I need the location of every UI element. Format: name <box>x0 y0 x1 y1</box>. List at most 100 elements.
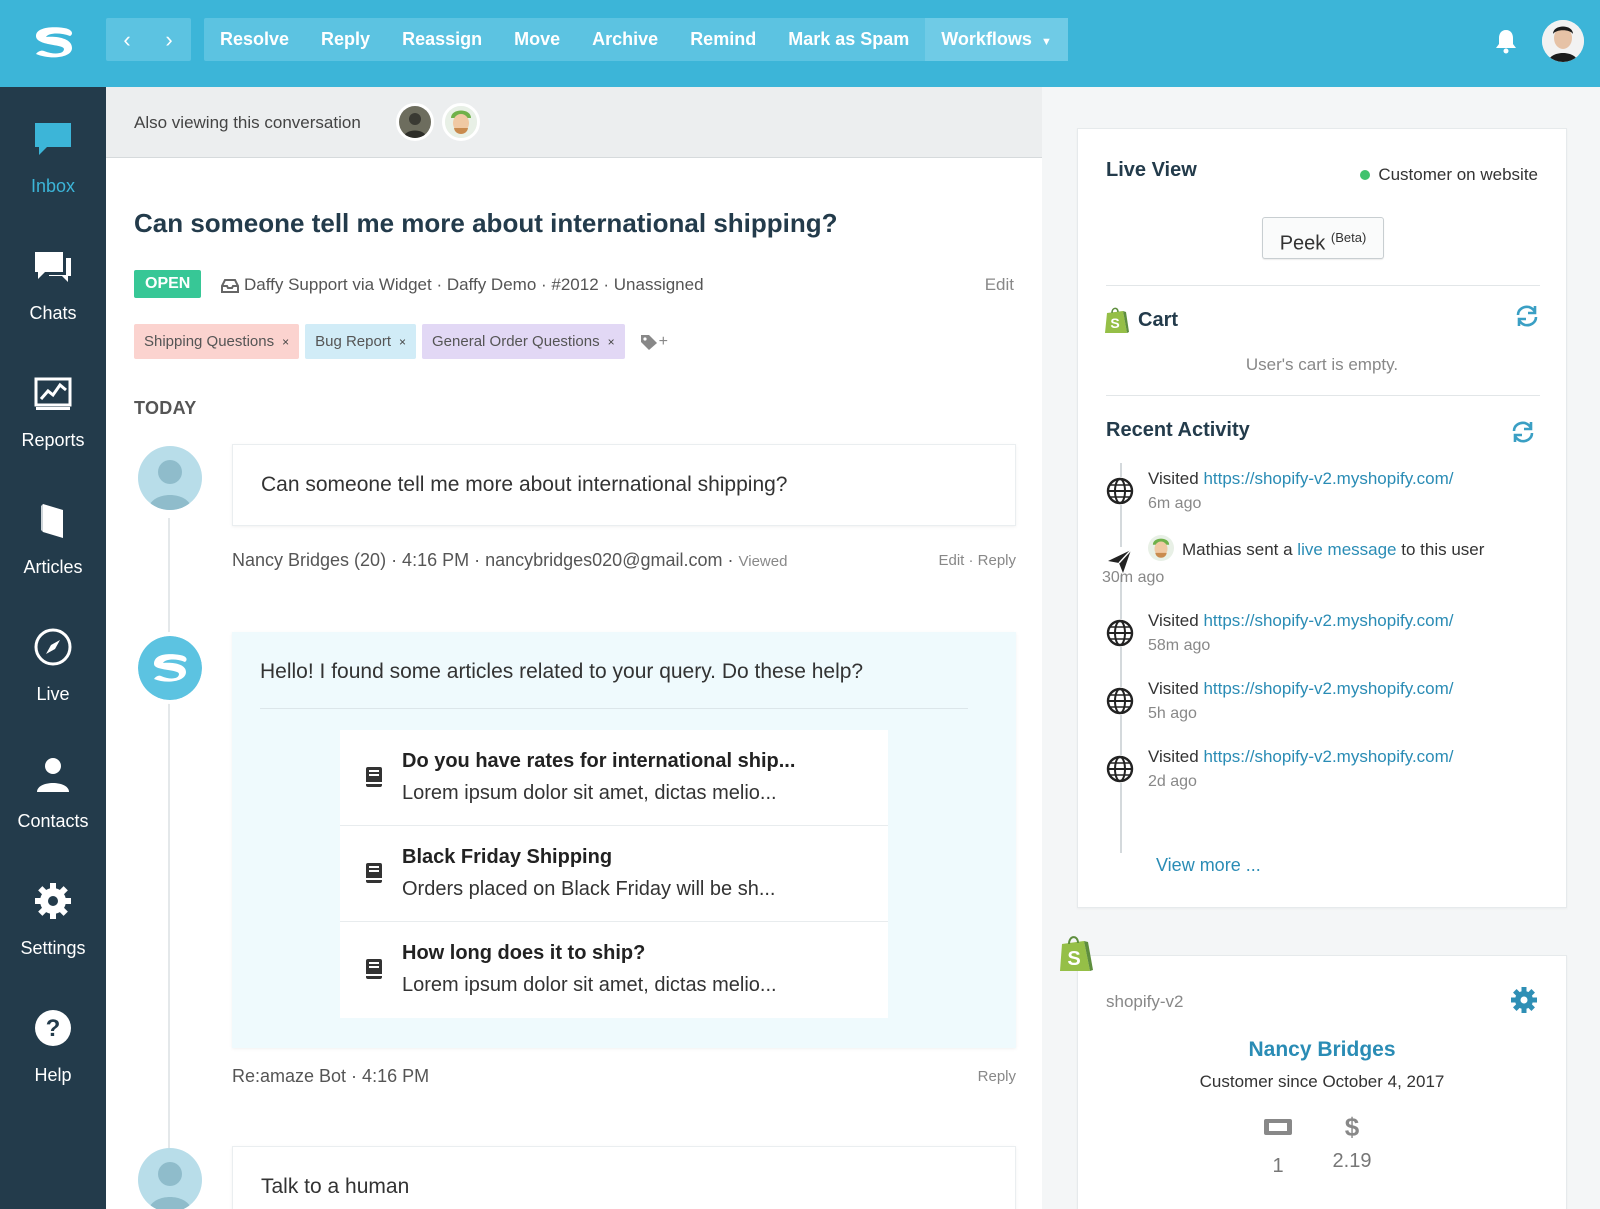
tag-remove-icon[interactable]: × <box>399 335 406 349</box>
customer-name-link[interactable]: Nancy Bridges <box>1078 1038 1566 1062</box>
customer-avatar[interactable] <box>138 1148 202 1209</box>
article-suggestion[interactable]: Do you have rates for international ship… <box>340 730 888 826</box>
viewed-status: Viewed <box>738 553 788 570</box>
agent-avatar[interactable] <box>1148 535 1174 561</box>
tag-label: Shipping Questions <box>144 333 275 350</box>
recent-activity-title: Recent Activity <box>1106 419 1250 441</box>
tag-general-order-questions[interactable]: General Order Questions × <box>422 324 625 359</box>
customer-message: Talk to a human <box>232 1146 1016 1209</box>
activity-time: 58m ago <box>1148 637 1211 654</box>
also-viewing-bar: Also viewing this conversation <box>106 87 1042 158</box>
resolve-button[interactable]: Resolve <box>204 18 305 61</box>
store-name: shopify-v2 <box>1106 992 1184 1011</box>
conversation-meta: OPEN Daffy Support via Widget · Daffy De… <box>134 270 1014 300</box>
add-tag-button[interactable]: + <box>639 333 668 351</box>
refresh-activity-icon[interactable] <box>1510 419 1536 445</box>
sidebar-item-inbox[interactable]: Inbox <box>0 119 106 229</box>
message-text: Can someone tell me more about internati… <box>261 473 788 496</box>
archive-button[interactable]: Archive <box>576 18 674 61</box>
edit-link[interactable]: Edit <box>985 275 1014 295</box>
article-suggestion[interactable]: Black Friday Shipping Orders placed on B… <box>340 826 888 922</box>
mark-as-spam-button[interactable]: Mark as Spam <box>772 18 925 61</box>
total-spent: 2.19 <box>1332 1150 1372 1172</box>
message-footer: Re:amaze Bot · 4:16 PM Reply <box>232 1066 1016 1090</box>
viewer-avatar[interactable] <box>442 103 480 141</box>
sidebar-item-help[interactable]: ? Help <box>0 1008 106 1118</box>
activity-time: 6m ago <box>1148 495 1202 512</box>
activity-link[interactable]: https://shopify-v2.myshopify.com/ <box>1203 679 1453 698</box>
sidebar-item-label: Articles <box>23 557 83 577</box>
activity-prefix: Visited <box>1148 679 1199 698</box>
message-text: Talk to a human <box>261 1175 410 1198</box>
shopify-customer-card: shopify-v2 Nancy Bridges Customer since … <box>1077 955 1567 1209</box>
compass-icon <box>34 628 72 666</box>
tag-label: Bug Report <box>315 333 391 350</box>
activity-suffix: to this user <box>1401 540 1485 559</box>
refresh-cart-icon[interactable] <box>1514 303 1540 329</box>
view-more-link[interactable]: View more ... <box>1156 855 1261 876</box>
back-arrow-icon[interactable]: ‹ <box>106 18 148 61</box>
sidebar-item-contacts[interactable]: Contacts <box>0 754 106 864</box>
divider <box>260 708 968 709</box>
article-title: Black Friday Shipping <box>402 846 613 868</box>
activity-link[interactable]: https://shopify-v2.myshopify.com/ <box>1203 611 1453 630</box>
message-actions[interactable]: Edit · Reply <box>938 552 1016 569</box>
gear-icon <box>35 883 71 919</box>
cart-title: Cart <box>1138 309 1179 331</box>
peek-label: Peek <box>1279 232 1326 255</box>
activity-time: 30m ago <box>1102 569 1165 586</box>
ticket-icon <box>1264 1119 1292 1135</box>
activity-link[interactable]: https://shopify-v2.myshopify.com/ <box>1203 747 1453 766</box>
activity-prefix: Visited <box>1148 611 1199 630</box>
status-badge[interactable]: OPEN <box>134 270 202 298</box>
article-suggestion[interactable]: How long does it to ship? Lorem ipsum do… <box>340 922 888 1018</box>
activity-item: Mathias sent a live message to this user… <box>1102 535 1546 589</box>
activity-item: Visited https://shopify-v2.myshopify.com… <box>1106 611 1546 661</box>
tag-remove-icon[interactable]: × <box>608 335 615 349</box>
conversation-meta-text: Daffy Support via Widget · Daffy Demo · … <box>244 275 704 294</box>
article-excerpt: Orders placed on Black Friday will be sh… <box>402 878 776 900</box>
sidebar-item-label: Help <box>34 1065 72 1085</box>
message-footer: Nancy Bridges (20) · 4:16 PM · nancybrid… <box>232 550 1016 574</box>
globe-icon <box>1106 687 1134 715</box>
contact-person-icon <box>37 758 69 792</box>
peek-button[interactable]: Peek (Beta) <box>1262 217 1384 259</box>
bot-message: Hello! I found some articles related to … <box>232 632 1016 1048</box>
move-button[interactable]: Move <box>498 18 576 61</box>
app-logo-icon[interactable] <box>30 24 78 60</box>
inbox-tray-icon <box>221 279 239 293</box>
current-user-avatar[interactable] <box>1542 20 1584 62</box>
sidebar-item-reports[interactable]: Reports <box>0 373 106 483</box>
forward-arrow-icon[interactable]: › <box>148 18 190 61</box>
activity-link[interactable]: live message <box>1297 540 1396 560</box>
book-icon <box>366 863 382 883</box>
globe-icon <box>1106 619 1134 647</box>
day-divider: TODAY <box>134 398 197 418</box>
sidebar-item-articles[interactable]: Articles <box>0 500 106 610</box>
orders-stat: 1 <box>1248 1114 1308 1178</box>
tag-remove-icon[interactable]: × <box>282 335 289 349</box>
tag-bug-report[interactable]: Bug Report × <box>305 324 417 359</box>
also-viewing-label: Also viewing this conversation <box>134 113 361 132</box>
reply-link[interactable]: Reply <box>978 1068 1016 1085</box>
reassign-button[interactable]: Reassign <box>386 18 498 61</box>
sidebar-item-live[interactable]: Live <box>0 627 106 737</box>
sidebar-item-settings[interactable]: Settings <box>0 881 106 991</box>
gear-icon[interactable] <box>1510 986 1538 1014</box>
sidebar-item-label: Chats <box>29 303 77 323</box>
activity-link[interactable]: https://shopify-v2.myshopify.com/ <box>1203 469 1453 488</box>
remind-button[interactable]: Remind <box>674 18 772 61</box>
activity-time: 5h ago <box>1148 705 1197 722</box>
reply-button[interactable]: Reply <box>305 18 386 61</box>
tag-shipping-questions[interactable]: Shipping Questions × <box>134 324 300 359</box>
viewer-avatar[interactable] <box>396 103 434 141</box>
bot-avatar[interactable] <box>138 636 202 700</box>
sidebar-item-chats[interactable]: Chats <box>0 246 106 356</box>
workflows-dropdown[interactable]: Workflows ▼ <box>925 18 1068 61</box>
book-icon <box>366 767 382 787</box>
conversation-actions: Resolve Reply Reassign Move Archive Remi… <box>204 18 1068 61</box>
notification-bell-icon[interactable] <box>1494 28 1518 54</box>
svg-text:?: ? <box>46 1015 61 1042</box>
activity-prefix: Visited <box>1148 469 1199 488</box>
customer-avatar[interactable] <box>138 446 202 510</box>
